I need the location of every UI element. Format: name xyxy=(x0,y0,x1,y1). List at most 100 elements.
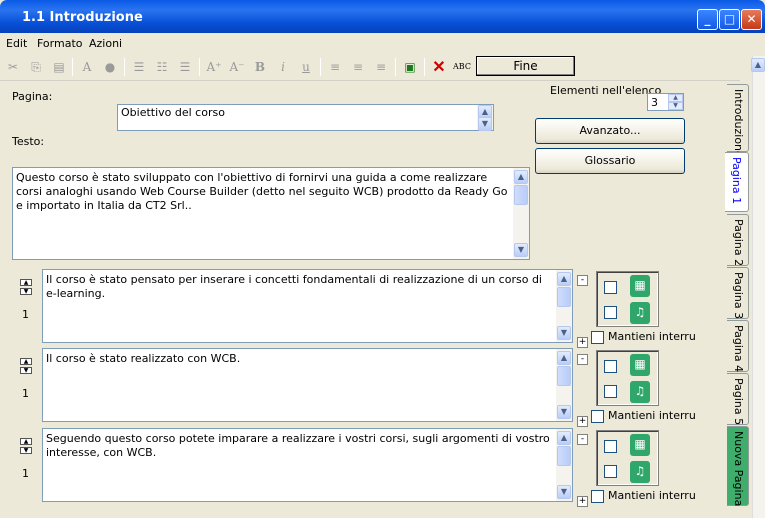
paragraph-textarea[interactable]: Il corso è stato pensato per inserare i … xyxy=(42,269,573,343)
spellcheck-icon[interactable]: ABC xyxy=(453,58,471,76)
italic-icon[interactable]: i xyxy=(274,58,292,76)
paragraph-number: 1 xyxy=(22,387,29,400)
underline-icon[interactable]: u xyxy=(297,58,315,76)
audio-icon[interactable]: ♫ xyxy=(630,381,650,403)
delete-icon[interactable]: ✕ xyxy=(430,58,448,76)
collapse-icon[interactable]: - xyxy=(577,275,588,286)
pagina-input[interactable]: Obiettivo del corso ▲ ▼ xyxy=(117,104,494,131)
scroll-down-icon[interactable]: ▼ xyxy=(514,243,528,257)
image-icon[interactable]: ▦ xyxy=(630,434,650,456)
scroll-down-icon[interactable]: ▼ xyxy=(557,485,571,499)
move-up-icon[interactable]: ▲ xyxy=(20,438,32,445)
paragraph-scrollbar[interactable]: ▲ ▼ xyxy=(556,270,572,342)
toolbar-separator xyxy=(395,58,396,76)
image-icon[interactable]: ▦ xyxy=(630,275,650,297)
audio-icon[interactable]: ♫ xyxy=(630,302,650,324)
image-checkbox[interactable] xyxy=(604,360,617,373)
collapse-icon[interactable]: - xyxy=(577,434,588,445)
menu-bar: Edit Formato Azioni xyxy=(0,33,765,53)
collapse-icon[interactable]: - xyxy=(577,354,588,365)
scroll-up-icon[interactable]: ▲ xyxy=(557,272,571,286)
increase-font-icon[interactable]: A⁺ xyxy=(205,58,223,76)
scroll-up-icon[interactable]: ▲ xyxy=(514,170,528,184)
testo-scrollbar[interactable]: ▲ ▼ xyxy=(513,168,529,259)
scroll-up-icon[interactable]: ▲ xyxy=(557,351,571,365)
keep-breaks-checkbox[interactable] xyxy=(591,489,604,503)
elementi-spinner[interactable]: 3 ▲ ▼ xyxy=(647,93,684,111)
menu-azioni[interactable]: Azioni xyxy=(89,37,122,50)
bold-icon[interactable]: B xyxy=(251,58,269,76)
tab-pagina-3[interactable]: Pagina 3 xyxy=(727,267,749,319)
paragraph-scrollbar[interactable]: ▲ ▼ xyxy=(556,429,572,501)
align-left-icon[interactable]: ≡ xyxy=(326,58,344,76)
paragraph-scrollbar[interactable]: ▲ ▼ xyxy=(556,349,572,421)
tab-nuova-pagina[interactable]: Nuova Pagina xyxy=(727,426,749,506)
tab-label: Nuova Pagina xyxy=(732,431,745,507)
scroll-down-icon[interactable]: ▼ xyxy=(478,117,492,131)
align-center-icon[interactable]: ≡ xyxy=(349,58,367,76)
tab-introduzione[interactable]: Introduzione xyxy=(727,84,749,158)
paste-icon[interactable]: ▤ xyxy=(50,58,68,76)
avanzato-button[interactable]: Avanzato... xyxy=(535,118,685,144)
paragraph-textarea[interactable]: Seguendo questo corso potete imparare a … xyxy=(42,428,573,502)
move-arrows[interactable]: ▲ ▼ xyxy=(17,438,35,458)
keep-breaks[interactable]: Mantieni interruzioni xyxy=(591,330,696,344)
audio-icon[interactable]: ♫ xyxy=(630,461,650,483)
maximize-button[interactable]: □ xyxy=(719,9,740,30)
scroll-thumb[interactable] xyxy=(557,287,571,307)
keep-breaks-checkbox[interactable] xyxy=(591,409,604,423)
menu-edit[interactable]: Edit xyxy=(6,37,27,50)
keep-breaks[interactable]: Mantieni interruzioni xyxy=(591,409,696,423)
spin-up-icon[interactable]: ▲ xyxy=(668,94,683,102)
font-icon[interactable]: A xyxy=(78,58,96,76)
glossario-button[interactable]: Glossario xyxy=(535,148,685,174)
scroll-thumb[interactable] xyxy=(514,185,528,205)
image-checkbox[interactable] xyxy=(604,440,617,453)
scroll-thumb[interactable] xyxy=(557,366,571,386)
audio-checkbox[interactable] xyxy=(604,306,617,319)
keep-breaks-checkbox[interactable] xyxy=(591,330,604,344)
fine-button[interactable]: Fine xyxy=(476,56,575,76)
close-button[interactable]: ✕ xyxy=(741,9,762,30)
elementi-label: Elementi nell'elenco xyxy=(550,84,662,97)
spin-down-icon[interactable]: ▼ xyxy=(668,102,683,110)
tab-pagina-1[interactable]: Pagina 1 xyxy=(725,152,749,212)
scroll-down-icon[interactable]: ▼ xyxy=(557,326,571,340)
move-arrows[interactable]: ▲ ▼ xyxy=(17,279,35,299)
scroll-up-icon[interactable]: ▲ xyxy=(557,431,571,445)
minimize-button[interactable]: _ xyxy=(697,9,718,30)
pagina-scrollbar[interactable]: ▲ ▼ xyxy=(477,105,493,131)
move-up-icon[interactable]: ▲ xyxy=(20,279,32,286)
tab-pagina-2[interactable]: Pagina 2 xyxy=(727,214,749,266)
move-down-icon[interactable]: ▼ xyxy=(20,447,32,454)
move-up-icon[interactable]: ▲ xyxy=(20,358,32,365)
expand-icon[interactable]: + xyxy=(577,496,588,507)
move-down-icon[interactable]: ▼ xyxy=(20,367,32,374)
color-icon[interactable]: ● xyxy=(101,58,119,76)
bullet-list-icon[interactable]: ☰ xyxy=(130,58,148,76)
menu-formato[interactable]: Formato xyxy=(37,37,83,50)
testo-textarea[interactable]: Questo corso è stato sviluppato con l'ob… xyxy=(12,167,530,260)
image-checkbox[interactable] xyxy=(604,281,617,294)
move-down-icon[interactable]: ▼ xyxy=(20,288,32,295)
audio-checkbox[interactable] xyxy=(604,465,617,478)
decrease-font-icon[interactable]: A⁻ xyxy=(228,58,246,76)
audio-checkbox[interactable] xyxy=(604,385,617,398)
move-arrows[interactable]: ▲ ▼ xyxy=(17,358,35,378)
toolbar-separator xyxy=(199,58,200,76)
numbered-list-icon[interactable]: ☷ xyxy=(153,58,171,76)
outline-list-icon[interactable]: ☰ xyxy=(176,58,194,76)
scroll-up-icon[interactable]: ▲ xyxy=(751,58,765,72)
scroll-thumb[interactable] xyxy=(557,446,571,466)
image-icon[interactable]: ▦ xyxy=(630,354,650,376)
insert-link-icon[interactable]: ▣ xyxy=(401,58,419,76)
align-right-icon[interactable]: ≡ xyxy=(372,58,390,76)
scroll-down-icon[interactable]: ▼ xyxy=(557,405,571,419)
tab-pagina-5[interactable]: Pagina 5 xyxy=(727,373,749,425)
paragraph-textarea[interactable]: Il corso è stato realizzato con WCB. ▲ ▼ xyxy=(42,348,573,422)
paragraph-row: ▲ ▼ 1 Il corso è stato realizzato con WC… xyxy=(0,346,760,427)
cut-icon[interactable]: ✂ xyxy=(4,58,22,76)
tab-pagina-4[interactable]: Pagina 4 xyxy=(727,320,749,372)
keep-breaks[interactable]: Mantieni interruzioni xyxy=(591,489,696,503)
copy-icon[interactable]: ⎘ xyxy=(27,58,45,76)
